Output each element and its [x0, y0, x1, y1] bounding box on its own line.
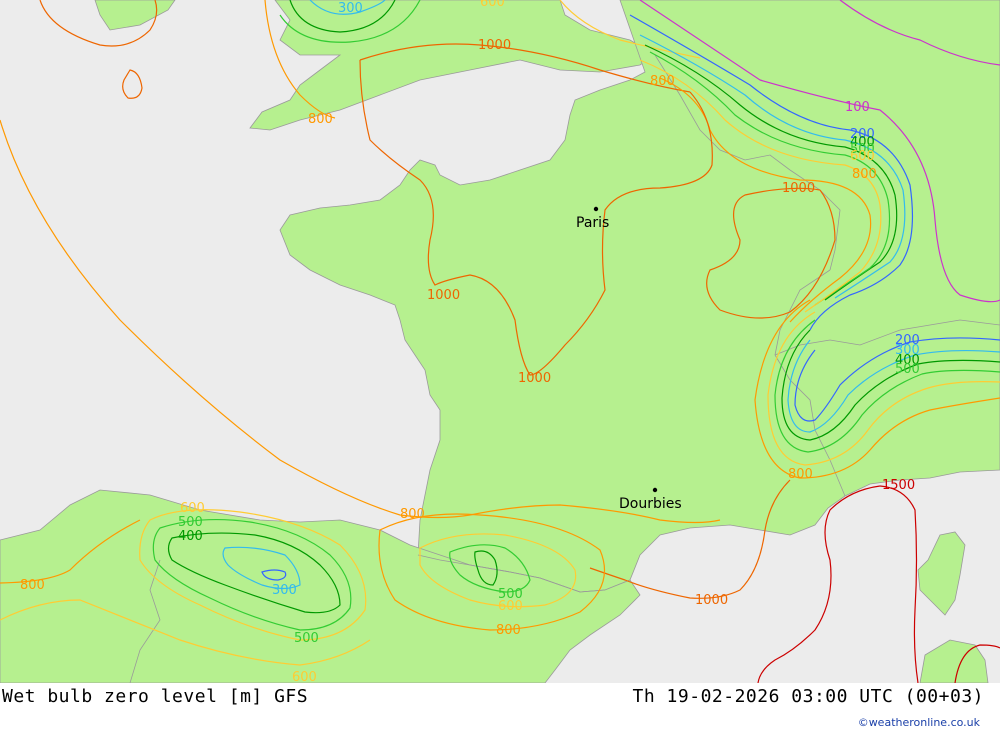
label-800-pyrenees: 800	[496, 623, 521, 638]
label-800-alps: 800	[788, 467, 813, 482]
label-600-spain: 600	[180, 501, 205, 516]
city-marker-paris	[593, 206, 599, 212]
label-800-lux: 800	[650, 74, 675, 89]
city-label-paris: Paris	[576, 215, 609, 231]
map-area: 300 600 1000 800 800 100 200 400 500 600…	[0, 0, 1000, 683]
label-1500: 1500	[882, 478, 915, 493]
label-300-spain: 300	[272, 583, 297, 598]
label-800-east: 800	[852, 167, 877, 182]
city-marker-dourbies	[652, 487, 658, 493]
label-1000-uk: 1000	[478, 38, 511, 53]
label-400-spain: 400	[178, 529, 203, 544]
label-500-spain-south: 500	[294, 631, 319, 646]
label-600-spain-south: 600	[292, 670, 317, 683]
credit-link[interactable]: ©weatheronline.co.uk	[858, 716, 980, 729]
label-500-spain: 500	[178, 515, 203, 530]
label-1000-center: 1000	[518, 371, 551, 386]
label-800-biscay: 800	[400, 507, 425, 522]
label-600-east: 600	[850, 149, 875, 164]
label-600-uk: 600	[480, 0, 505, 10]
label-300-uk: 300	[338, 1, 363, 16]
contour-map: 300 600 1000 800 800 100 200 400 500 600…	[0, 0, 1000, 683]
label-1000-west: 1000	[427, 288, 460, 303]
label-1000-east: 1000	[782, 181, 815, 196]
label-1000-med: 1000	[695, 593, 728, 608]
map-title: Wet bulb zero level [m] GFS	[2, 686, 309, 707]
city-label-dourbies: Dourbies	[619, 496, 682, 512]
map-datetime: Th 19-02-2026 03:00 UTC (00+03)	[632, 686, 984, 707]
label-600-pyrenees: 600	[498, 599, 523, 614]
label-100-east: 100	[845, 100, 870, 115]
label-800-spain: 800	[20, 578, 45, 593]
label-500-alps: 500	[895, 362, 920, 377]
label-800-wales: 800	[308, 112, 333, 127]
